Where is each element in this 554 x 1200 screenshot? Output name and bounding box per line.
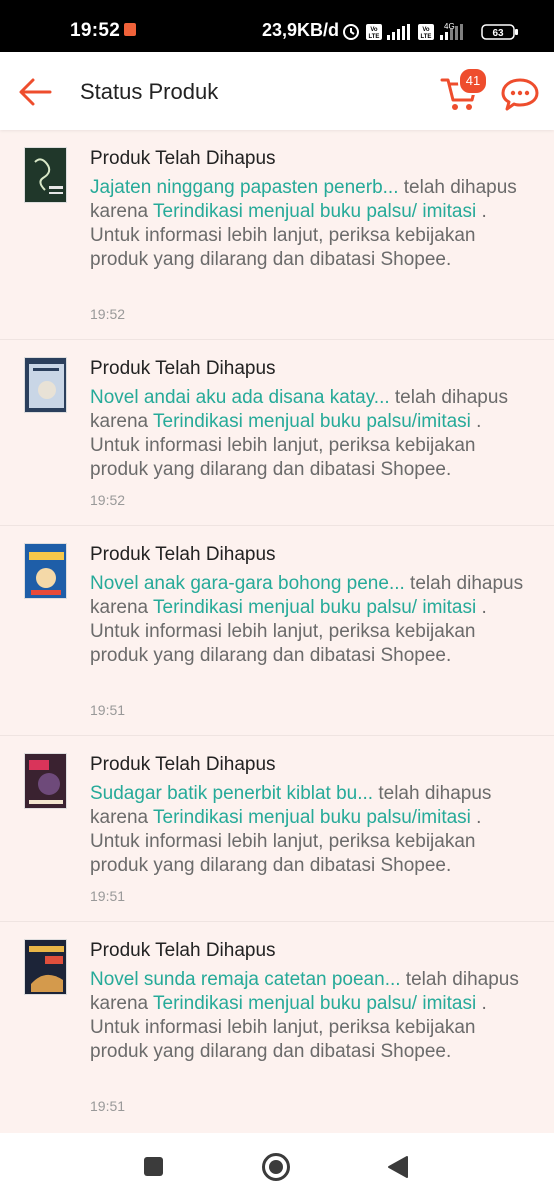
- battery-icon: 63: [481, 24, 518, 40]
- notification-title: Produk Telah Dihapus: [90, 754, 276, 775]
- svg-text:Vo: Vo: [422, 27, 430, 33]
- notification-time: 19:52: [90, 306, 126, 322]
- product-link[interactable]: Novel sunda remaja catetan poean...: [90, 969, 401, 990]
- notification-title: Produk Telah Dihapus: [90, 358, 276, 379]
- page-title: Status Produk: [80, 79, 219, 104]
- notification-icon: [124, 23, 136, 36]
- reason-link[interactable]: Terindikasi menjual buku palsu/ imitasi: [153, 993, 476, 1014]
- product-link[interactable]: Sudagar batik penerbit kiblat bu...: [90, 783, 373, 804]
- product-thumbnail: [24, 357, 67, 413]
- notification-item[interactable]: Produk Telah Dihapus Novel sunda remaja …: [0, 922, 554, 1132]
- reason-link[interactable]: Terindikasi menjual buku palsu/imitasi: [153, 411, 471, 432]
- notification-time: 19:51: [90, 1098, 126, 1114]
- notification-time: 19:52: [90, 492, 126, 508]
- svg-text:4G: 4G: [444, 22, 455, 31]
- notification-item[interactable]: Produk Telah Dihapus Novel anak gara-gar…: [0, 526, 554, 736]
- reason-link[interactable]: Terindikasi menjual buku palsu/ imitasi: [153, 597, 476, 618]
- notification-title: Produk Telah Dihapus: [90, 940, 276, 961]
- volte-icon-2: Vo LTE: [418, 24, 434, 40]
- reason-link[interactable]: Terindikasi menjual buku palsu/imitasi: [153, 807, 471, 828]
- product-thumbnail: [24, 147, 67, 203]
- notification-message: Jajaten ninggang papasten penerb... tela…: [90, 176, 530, 272]
- triangle-back-icon[interactable]: [387, 1155, 409, 1179]
- reason-link[interactable]: Terindikasi menjual buku palsu/ imitasi: [153, 201, 476, 222]
- notification-item[interactable]: Produk Telah Dihapus Sudagar batik pener…: [0, 736, 554, 922]
- notification-message: Sudagar batik penerbit kiblat bu... tela…: [90, 782, 530, 878]
- chat-icon: [501, 78, 539, 111]
- system-nav-bar: [0, 1133, 554, 1200]
- notification-message: Novel sunda remaja catetan poean... tela…: [90, 968, 530, 1064]
- product-link[interactable]: Novel anak gara-gara bohong pene...: [90, 573, 405, 594]
- product-link[interactable]: Jajaten ninggang papasten penerb...: [90, 177, 398, 198]
- product-link[interactable]: Novel andai aku ada disana katay...: [90, 387, 390, 408]
- home-circle-icon[interactable]: [261, 1152, 291, 1182]
- svg-text:Vo: Vo: [370, 27, 378, 33]
- product-thumbnail: [24, 753, 67, 809]
- back-button[interactable]: [16, 72, 56, 112]
- notification-message: Novel andai aku ada disana katay... tela…: [90, 386, 530, 482]
- alarm-icon: [343, 24, 359, 40]
- svg-text:63: 63: [492, 28, 504, 39]
- svg-text:LTE: LTE: [421, 34, 432, 40]
- volte-icon: Vo LTE: [366, 24, 382, 40]
- notification-list: Produk Telah Dihapus Jajaten ninggang pa…: [0, 130, 554, 1132]
- status-time: 19:52: [70, 20, 121, 41]
- notification-time: 19:51: [90, 702, 126, 718]
- notification-item[interactable]: Produk Telah Dihapus Jajaten ninggang pa…: [0, 130, 554, 340]
- notification-title: Produk Telah Dihapus: [90, 544, 276, 565]
- notification-time: 19:51: [90, 888, 126, 904]
- notification-message: Novel anak gara-gara bohong pene... tela…: [90, 572, 530, 668]
- app-header: Status Produk 41: [0, 52, 554, 130]
- arrow-left-icon: [19, 78, 52, 106]
- chat-button[interactable]: [500, 74, 540, 114]
- status-bar: 19:52 23,9KB/d Vo LTE Vo LTE 4G 63: [0, 0, 554, 52]
- signal-icon: [387, 24, 410, 40]
- status-icons: Vo LTE Vo LTE 4G 63: [342, 22, 522, 40]
- notification-title: Produk Telah Dihapus: [90, 148, 276, 169]
- product-thumbnail: [24, 939, 67, 995]
- cart-count-badge: 41: [458, 67, 488, 95]
- svg-text:LTE: LTE: [369, 34, 380, 40]
- notification-item[interactable]: Produk Telah Dihapus Novel andai aku ada…: [0, 340, 554, 526]
- product-thumbnail: [24, 543, 67, 599]
- network-speed: 23,9KB/d: [262, 20, 340, 40]
- square-icon[interactable]: [144, 1157, 163, 1176]
